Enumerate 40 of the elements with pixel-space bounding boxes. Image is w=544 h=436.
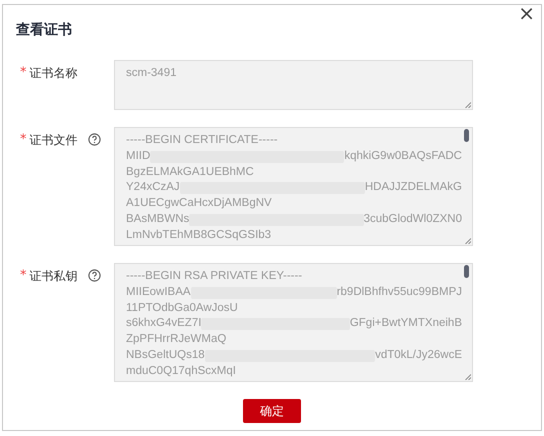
help-icon[interactable] (88, 269, 100, 282)
text-line: A1UECgwCaHcxDjAMBgNV (126, 196, 272, 212)
text-line: GFgi+BwtYMTXneihB (350, 316, 462, 332)
text-line: -----BEGIN RSA PRIVATE KEY----- (126, 269, 302, 284)
resize-grip-icon[interactable] (465, 102, 471, 108)
resize-grip-icon[interactable] (465, 374, 471, 380)
text-line: 3cubGlodWl0ZXN0 (364, 212, 462, 227)
text-line: 11PTOdbGa0AwJosU (126, 300, 238, 316)
text-line: mduC0Q17qhScxMqI (126, 364, 236, 379)
text-line: kqhkiG9w0BAQsFADC (344, 148, 462, 164)
text-line: s6khxG4vEZ7I (126, 316, 202, 332)
field-label: 证书私钥 (30, 268, 78, 285)
text-area[interactable]: -----BEGIN RSA PRIVATE KEY----- MIIEowIBAA rb9DlBhfhv55uc99BMPJ 11PTOdbGa0AwJosU s6khxG4vEZ7I GFgi+BwtYMTXneihB ZpPFHrrRJeWMaQ NBsGeltUQs18 vdT0kL/Jy26wcE mduC0Q17qhScxMqI (114, 263, 473, 382)
text-line: MIIEowIBAA (126, 284, 191, 300)
text-line: ZpPFHrrRJeWMaQ (126, 332, 226, 348)
text-line: vdT0kL/Jy26wcE (375, 348, 462, 363)
required-mark: * (20, 132, 26, 147)
text-line: rb9DlBhfhv55uc99BMPJ (336, 284, 462, 300)
help-icon[interactable] (88, 133, 100, 146)
required-mark: * (20, 268, 26, 283)
text-line: MIID (126, 148, 150, 164)
text-line: BgzELMAkGA1UEBhMC (126, 164, 254, 180)
text-line: BAsMBWNs (126, 212, 190, 227)
text-line: LmNvbTEhMB8GCSqGSIb3 (126, 228, 272, 243)
required-mark: * (20, 65, 26, 80)
text-line: Y24xCzAJ (126, 180, 180, 196)
confirm-button[interactable]: 确定 (243, 399, 301, 423)
close-button[interactable]: × (518, 3, 535, 23)
field-label: 证书文件 (30, 132, 78, 149)
dialog-title: 查看证书 (14, 21, 72, 40)
field-label: 证书名称 (30, 65, 78, 82)
scrollbar-thumb[interactable] (464, 129, 469, 142)
text-area[interactable]: scm-3491 (114, 60, 473, 110)
text-area[interactable]: -----BEGIN CERTIFICATE----- MIID kqhkiG9w0BAQsFADC BgzELMAkGA1UEBhMC Y24xCzAJ HDAJJZDELMAkG A1UECgwCaHcxDjAMBgNV BAsMBWNs 3cubGlodWl0ZXN0 LmNvbTEhMB8GCSqGSIb3 (114, 127, 473, 246)
resize-grip-icon[interactable] (465, 238, 471, 244)
scrollbar-thumb[interactable] (464, 265, 469, 278)
text-line: HDAJJZDELMAkG (364, 180, 462, 196)
text-line: -----BEGIN CERTIFICATE----- (126, 133, 278, 148)
text-line: NBsGeltUQs18 (126, 348, 205, 363)
text-line: scm-3491 (126, 66, 176, 81)
